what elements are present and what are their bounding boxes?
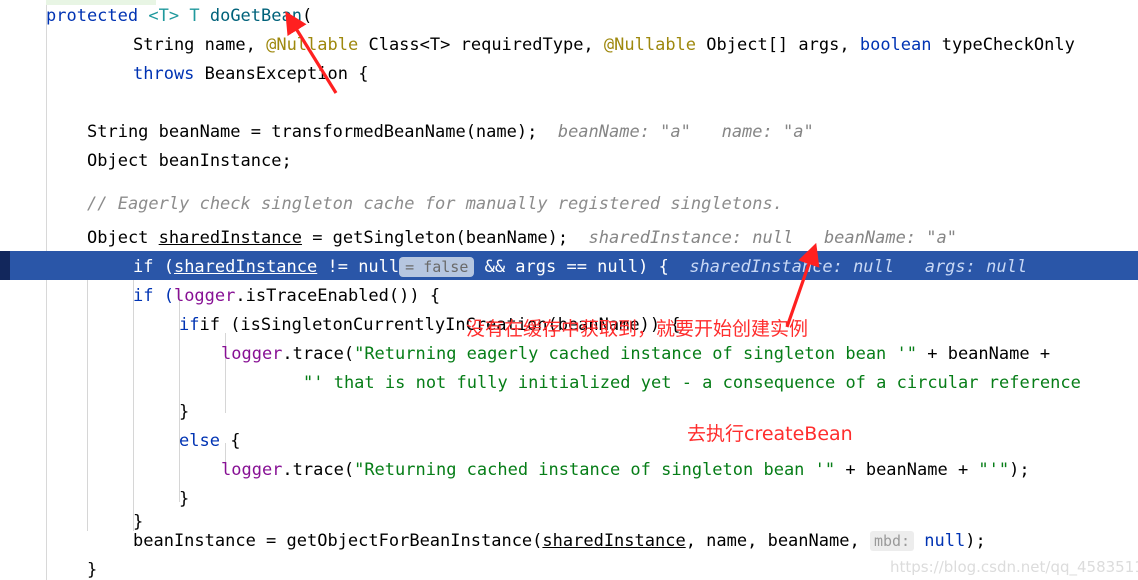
getsingleton-call: = getSingleton(beanName); — [301, 228, 569, 248]
code-line-14: "' that is not fully initialized yet - a… — [303, 369, 1081, 398]
keyword-boolean: boolean — [859, 35, 932, 55]
statement-beanname-assign: String beanName = transformedBeanName(na… — [87, 122, 538, 142]
annotation-nullable-2: @Nullable — [603, 35, 697, 55]
param-args: args, — [798, 35, 860, 55]
code-line-6: Object beanInstance; — [87, 147, 292, 176]
code-line-13: logger.trace("Returning eagerly cached i… — [221, 340, 1050, 369]
statement-end: ); — [965, 531, 986, 551]
closing-brace: } — [87, 560, 98, 580]
open-paren: ( — [301, 6, 313, 26]
if-open: if ( — [133, 257, 174, 277]
open-brace: { — [219, 431, 241, 451]
code-editor-pane[interactable]: protected <T> T doGetBean( String name, … — [0, 0, 1138, 580]
annotation-nullable-1: @Nullable — [266, 35, 359, 55]
watermark: https://blog.csdn.net/qq_45835118 — [890, 558, 1138, 576]
string-literal: "Returning cached instance of singleton … — [354, 460, 836, 480]
string-literal-continued: "' that is not fully initialized yet - a… — [303, 373, 1081, 393]
param-required-type: requiredType, — [460, 35, 604, 55]
field-logger: logger — [221, 344, 283, 364]
condition-args-null: && args == null) { — [474, 257, 669, 277]
call-args: , name, beanName, — [685, 531, 870, 551]
exception-type: BeansException { — [204, 64, 369, 84]
closing-brace: } — [179, 489, 190, 509]
declaration-beaninstance: Object beanInstance; — [87, 151, 292, 171]
condition-not-null: != null — [317, 257, 400, 277]
keyword-protected: protected — [46, 6, 139, 26]
method-name-dogetbean: doGetBean — [209, 6, 302, 26]
string-literal-quote: "'" — [978, 460, 1010, 480]
code-line-11: if (logger.isTraceEnabled()) { — [133, 282, 440, 311]
string-concat: + beanName + — [917, 344, 1051, 364]
code-line-2: String name, @Nullable Class<T> required… — [133, 31, 1075, 60]
code-line-10-current: if (sharedInstance != null = false && arg… — [133, 253, 1027, 282]
variable-sharedinstance[interactable]: sharedInstance — [159, 228, 302, 248]
variable-sharedinstance[interactable]: sharedInstance — [174, 257, 317, 277]
param-name: name, — [204, 35, 267, 55]
keyword-throws: throws — [133, 64, 195, 84]
istraceenabled-call: .isTraceEnabled()) { — [235, 286, 441, 306]
indent-guide — [87, 275, 88, 531]
generic-param: <T> — [148, 6, 180, 26]
code-line-17: logger.trace("Returning cached instance … — [221, 456, 1030, 485]
code-line-3: throws BeansException { — [133, 60, 368, 89]
trace-call: .trace( — [282, 460, 355, 480]
code-line-5: String beanName = transformedBeanName(na… — [87, 118, 814, 147]
return-type: T — [189, 6, 200, 26]
code-line-1: protected <T> T doGetBean( — [46, 2, 312, 31]
parameter-hint-mbd[interactable]: mbd: — [869, 531, 915, 551]
string-concat: + beanName + — [835, 460, 979, 480]
code-line-21: } — [87, 556, 97, 580]
variable-sharedinstance[interactable]: sharedInstance — [542, 531, 685, 551]
closing-brace: } — [179, 402, 190, 422]
param-type-class: Class<T> — [368, 35, 451, 55]
field-logger: logger — [221, 460, 283, 480]
comment-eagerly-check: // Eagerly check singleton cache for man… — [87, 194, 783, 214]
debugger-inline-hint[interactable]: beanName: "a" name: "a" — [558, 122, 814, 142]
annotation-note-createbean: 去执行createBean — [687, 423, 853, 445]
execution-point-marker — [0, 251, 10, 280]
trace-call: .trace( — [282, 344, 355, 364]
code-line-15: } — [179, 398, 189, 427]
gutter-separator — [46, 0, 47, 580]
keyword-if: if ( — [133, 286, 174, 306]
code-line-18: } — [179, 485, 189, 514]
statement-end: ); — [1009, 460, 1030, 480]
code-line-9: Object sharedInstance = getSingleton(bea… — [87, 224, 957, 253]
object-keyword: Object — [87, 228, 159, 248]
param-type-object-array: Object[] — [706, 35, 789, 55]
getobjectforbeaninstance-call: beanInstance = getObjectForBeanInstance( — [133, 531, 543, 551]
debugger-inline-hint[interactable]: sharedInstance: null beanName: "a" — [589, 228, 957, 248]
code-line-8: // Eagerly check singleton cache for man… — [87, 190, 783, 219]
keyword-else: else — [179, 431, 220, 451]
inline-evaluation-badge[interactable]: = false — [399, 257, 475, 277]
code-line-16: else { — [179, 427, 240, 456]
field-logger: logger — [173, 286, 236, 306]
indent-guide — [133, 275, 134, 531]
null-literal: null — [914, 531, 966, 551]
param-typecheckonly: typeCheckOnly — [941, 35, 1075, 55]
string-literal: "Returning eagerly cached instance of si… — [354, 344, 917, 364]
code-line-20: beanInstance = getObjectForBeanInstance(… — [133, 527, 986, 556]
annotation-note-cache-miss: 没有在缓存中获取到，就要开始创建实例 — [466, 318, 809, 340]
param-type-string: String — [133, 35, 195, 55]
debugger-inline-hint[interactable]: sharedInstance: null args: null — [689, 257, 1027, 277]
